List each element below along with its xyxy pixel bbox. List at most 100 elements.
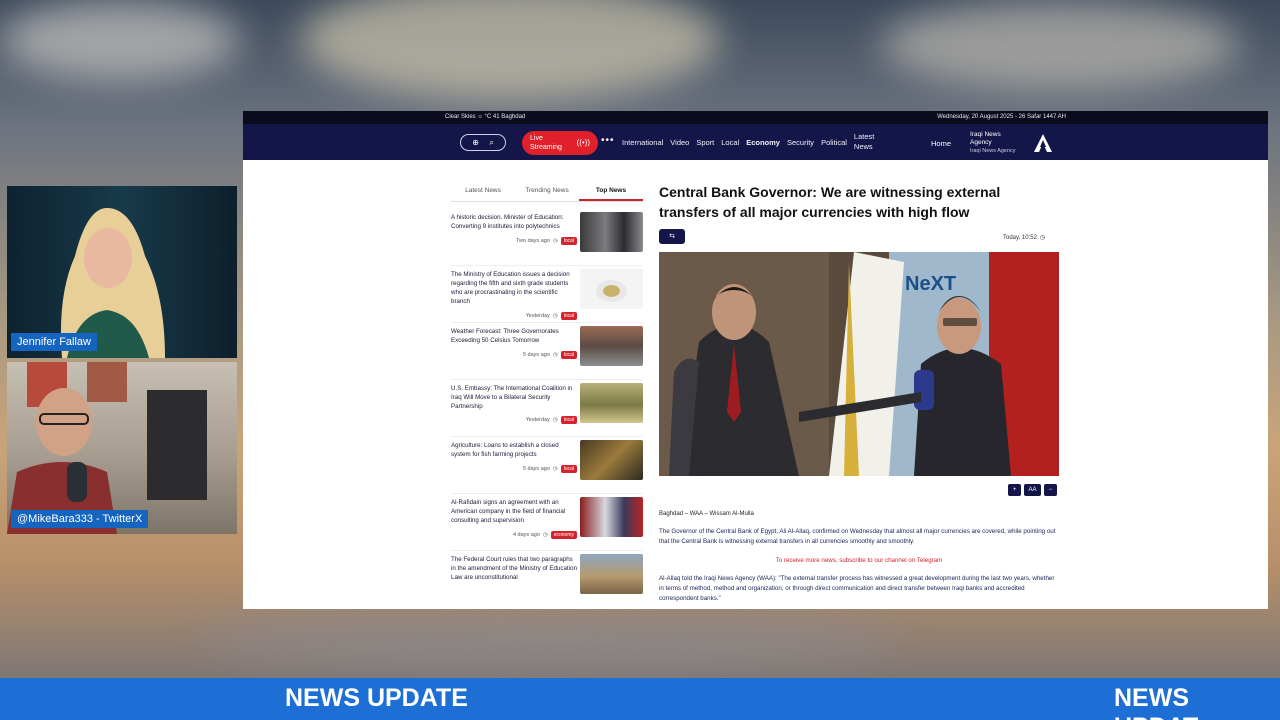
article-time: Today, 10:52 ◷ — [1003, 234, 1046, 242]
news-list: A historic decision. Minister of Educati… — [451, 209, 643, 608]
font-size-label: AA — [1024, 484, 1041, 496]
background-cloud — [880, 0, 1240, 90]
category-tag[interactable]: local — [560, 465, 577, 473]
top-info-bar: Clear Skies ☼ °C 41 Baghdad Wednesday, 2… — [243, 111, 1268, 124]
list-item[interactable]: Al-Rafidain signs an agreement with an A… — [451, 494, 643, 551]
news-time: Two days ago — [515, 238, 550, 244]
news-thumbnail[interactable] — [580, 269, 643, 309]
clock-icon: ◷ — [552, 313, 558, 319]
news-meta: Yesterday ◷ local — [526, 312, 577, 320]
article-title: Central Bank Governor: We are witnessing… — [659, 184, 1001, 220]
nav-item-economy[interactable]: Economy — [746, 138, 780, 147]
guest-video — [7, 362, 207, 534]
nav-item-international[interactable]: International — [622, 138, 663, 147]
article-time-text: Today, 10:52 — [1003, 234, 1037, 241]
clock-icon: ◷ — [552, 352, 558, 358]
brand-line-2: Agency — [970, 139, 992, 146]
news-thumbnail[interactable] — [580, 383, 643, 423]
news-thumbnail[interactable] — [580, 554, 643, 594]
news-thumbnail[interactable] — [580, 440, 643, 480]
nav-item-political[interactable]: Political — [821, 138, 847, 147]
article-paragraph-2: Al-Allaq told the Iraqi News Agency (WAA… — [659, 575, 1055, 602]
category-tag[interactable]: local — [560, 416, 577, 424]
ina-logo-icon[interactable] — [1032, 132, 1054, 154]
tab-top-news[interactable]: Top News — [579, 184, 643, 201]
main-navbar: ⊕ ⌕ Live Streaming ((•)) ••• Internation… — [243, 124, 1268, 160]
background-cloud — [300, 0, 720, 100]
news-title[interactable]: Agriculture: Loans to establish a closed… — [451, 441, 577, 459]
tab-trending-news[interactable]: Trending News — [515, 184, 579, 201]
list-item[interactable]: The Federal Court rules that two paragra… — [451, 551, 643, 608]
news-title[interactable]: The Ministry of Education issues a decis… — [451, 270, 577, 306]
news-meta: Yesterday ◷ local — [526, 416, 577, 424]
nav-menu: International Video Sport Local Economy … — [622, 124, 889, 160]
font-size-controls: + AA − — [1008, 484, 1057, 496]
news-title[interactable]: Al-Rafidain signs an agreement with an A… — [451, 498, 577, 525]
share-icon: ⇆ — [669, 233, 675, 240]
list-item[interactable]: U.S. Embassy: The International Coalitio… — [451, 380, 643, 437]
webcam-top: Jennifer Fallaw — [7, 186, 237, 358]
interview-photo: NeXT — [659, 252, 1059, 476]
news-time: Yesterday — [525, 417, 550, 423]
background-cloud — [0, 0, 240, 80]
clock-icon: ◷ — [542, 532, 548, 538]
news-title[interactable]: A historic decision. Minister of Educati… — [451, 213, 577, 231]
language-search-control[interactable]: ⊕ ⌕ — [460, 134, 506, 151]
live-streaming-label: Live Streaming — [530, 135, 562, 151]
list-item[interactable]: Agriculture: Loans to establish a closed… — [451, 437, 643, 494]
article-byline: Baghdad – WAA – Wissam Al-Mulla — [659, 511, 754, 517]
nav-item-local[interactable]: Local — [721, 138, 739, 147]
share-button[interactable]: ⇆ — [659, 229, 685, 244]
search-icon[interactable]: ⌕ — [489, 138, 493, 148]
nav-item-video[interactable]: Video — [670, 138, 689, 147]
nav-item-security[interactable]: Security — [787, 138, 814, 147]
news-meta: 4 days ago ◷ economy — [513, 531, 577, 539]
news-thumbnail[interactable] — [580, 326, 643, 366]
list-item[interactable]: Weather Forecast: Three Governorates Exc… — [451, 323, 643, 380]
news-time: 5 days ago — [522, 466, 550, 472]
tab-latest-news[interactable]: Latest News — [451, 184, 515, 201]
news-time: Yesterday — [525, 313, 550, 319]
news-time: 5 days ago — [522, 352, 550, 358]
weather-text: Clear Skies ☼ °C 41 Baghdad — [445, 114, 526, 120]
brand-line-1: Iraqi News — [970, 131, 1001, 138]
category-tag[interactable]: local — [560, 351, 577, 359]
news-title[interactable]: The Federal Court rules that two paragra… — [451, 555, 577, 582]
article-paragraph-1: The Governor of the Central Bank of Egyp… — [659, 528, 1056, 545]
news-time: 4 days ago — [512, 532, 540, 538]
font-decrease-button[interactable]: − — [1044, 484, 1057, 496]
news-meta: 5 days ago ◷ local — [523, 465, 577, 473]
category-tag[interactable]: economy — [550, 531, 577, 539]
nav-item-sport[interactable]: Sport — [696, 138, 714, 147]
live-streaming-button[interactable]: Live Streaming ((•)) — [522, 131, 598, 155]
presenter-name-label: Jennifer Fallaw — [11, 333, 97, 351]
list-item[interactable]: A historic decision. Minister of Educati… — [451, 209, 643, 266]
more-menu-icon[interactable]: ••• — [601, 135, 615, 146]
category-tag[interactable]: local — [560, 312, 577, 320]
date-text: Wednesday, 20 August 2025 - 26 Safar 144… — [937, 114, 1066, 120]
article-photo: NeXT — [659, 252, 1059, 476]
brand-subtitle: Iraqi News Agency — [970, 148, 1016, 154]
telegram-subscribe-link[interactable]: To receive more news, subscribe to our c… — [659, 557, 1059, 564]
news-meta: Two days ago ◷ local — [516, 237, 577, 245]
news-thumbnail[interactable] — [580, 212, 643, 252]
news-title[interactable]: Weather Forecast: Three Governorates Exc… — [451, 327, 577, 345]
category-tag[interactable]: local — [560, 237, 577, 245]
font-increase-button[interactable]: + — [1008, 484, 1021, 496]
news-thumbnail[interactable] — [580, 497, 643, 537]
ticker-text: NEWS UPDATE — [285, 684, 468, 712]
brand-text[interactable]: Iraqi News Agency Iraqi News Agency — [970, 131, 1016, 155]
list-item[interactable]: The Ministry of Education issues a decis… — [451, 266, 643, 323]
news-title[interactable]: U.S. Embassy: The International Coalitio… — [451, 384, 577, 411]
backdrop-sign-text: NeXT — [905, 273, 956, 295]
nav-item-home[interactable]: Home — [931, 139, 951, 148]
webcam-bottom: @MikeBara333 - TwitterX — [7, 362, 237, 534]
nav-item-latest-news[interactable]: Latest News — [854, 132, 882, 152]
globe-icon[interactable]: ⊕ — [472, 138, 479, 147]
clock-icon: ◷ — [552, 417, 558, 423]
broadcast-icon: ((•)) — [576, 138, 590, 147]
guest-name-label: @MikeBara333 - TwitterX — [11, 510, 149, 528]
news-ticker: NEWS UPDATE NEWS UPDAT — [0, 678, 1280, 720]
background-cloud — [200, 610, 900, 670]
clock-icon: ◷ — [1039, 235, 1046, 241]
